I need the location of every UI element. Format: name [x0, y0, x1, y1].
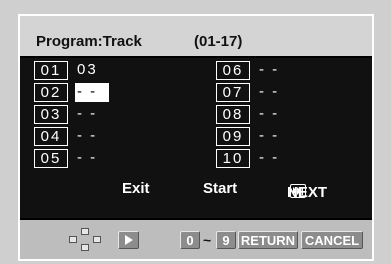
- slot-track[interactable]: - -: [257, 61, 291, 80]
- slot-number: 01: [34, 61, 68, 80]
- slot-number: 03: [34, 105, 68, 124]
- header-bar: Program:Track (01-17): [20, 16, 372, 58]
- track-range: (01-17): [194, 33, 243, 50]
- exit-button[interactable]: Exit: [122, 180, 150, 197]
- slot-track-selected[interactable]: - -: [75, 83, 109, 102]
- footer-bar: 0 ~ 9 RETURN CANCEL: [20, 218, 372, 259]
- slot-track[interactable]: - -: [75, 149, 109, 168]
- digit-zero-key[interactable]: 0: [180, 231, 200, 249]
- slot-track[interactable]: - -: [75, 105, 109, 124]
- slot-number: 08: [216, 105, 250, 124]
- slot-number: 02: [34, 83, 68, 102]
- dpad-icon: [69, 228, 101, 252]
- slot-number: 05: [34, 149, 68, 168]
- cancel-button[interactable]: CANCEL: [301, 231, 363, 249]
- slot-number: 04: [34, 127, 68, 146]
- slot-track[interactable]: - -: [257, 127, 291, 146]
- program-screen: Program:Track (01-17) 01 03 02 - - 03 - …: [18, 14, 374, 261]
- action-bar: Exit Start NEXT: [20, 176, 372, 201]
- play-button[interactable]: [118, 231, 139, 249]
- digit-nine-key[interactable]: 9: [216, 231, 236, 249]
- slot-track[interactable]: - -: [257, 83, 291, 102]
- page-title: Program:Track: [36, 33, 142, 50]
- range-tilde: ~: [203, 232, 212, 248]
- slot-track[interactable]: - -: [75, 127, 109, 146]
- play-icon: [125, 235, 133, 245]
- start-button[interactable]: Start: [203, 180, 237, 197]
- slot-track[interactable]: - -: [257, 105, 291, 124]
- slot-number: 07: [216, 83, 250, 102]
- slot-number: 10: [216, 149, 250, 168]
- slot-number: 09: [216, 127, 250, 146]
- return-button[interactable]: RETURN: [238, 231, 298, 249]
- slot-track[interactable]: 03: [75, 61, 109, 80]
- skip-next-icon: [290, 184, 306, 198]
- slot-track[interactable]: - -: [257, 149, 291, 168]
- slot-number: 06: [216, 61, 250, 80]
